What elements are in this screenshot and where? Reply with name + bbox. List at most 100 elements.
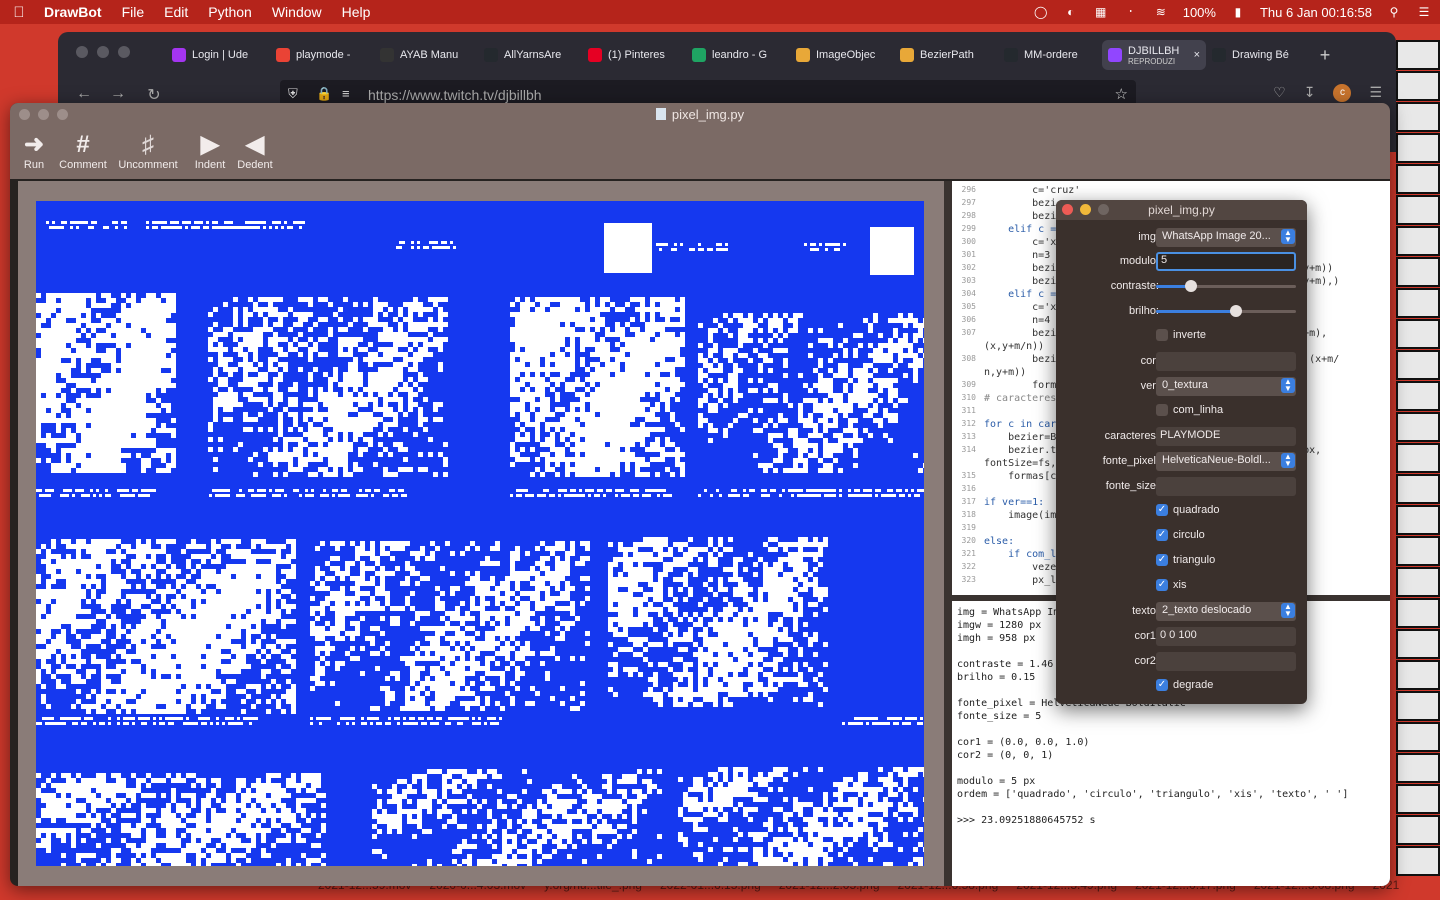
- canvas-view[interactable]: [18, 181, 944, 886]
- browser-tab[interactable]: (1) Pinteres: [582, 40, 686, 70]
- browser-tab[interactable]: MM-ordere: [998, 40, 1102, 70]
- degrade-checkbox[interactable]: ✓: [1156, 679, 1168, 691]
- browser-tab[interactable]: Drawing Bé: [1206, 40, 1310, 70]
- reload-icon[interactable]: ↻: [144, 85, 164, 105]
- bluetooth-icon[interactable]: ᛫: [1123, 5, 1139, 19]
- screenshot-thumbnail[interactable]: [1396, 536, 1440, 566]
- screenshot-thumbnail[interactable]: [1396, 691, 1440, 721]
- screenshot-thumbnail[interactable]: [1396, 226, 1440, 256]
- cor1-field[interactable]: 0 0 100: [1156, 627, 1296, 646]
- screenshot-thumbnail[interactable]: [1396, 753, 1440, 783]
- screenshot-thumbnail[interactable]: [1396, 412, 1440, 442]
- screenshot-thumbnail[interactable]: [1396, 846, 1440, 876]
- cor2-field[interactable]: [1156, 652, 1296, 671]
- menu-app[interactable]: DrawBot: [44, 4, 102, 20]
- screenshot-thumbnail[interactable]: [1396, 815, 1440, 845]
- menu-edit[interactable]: Edit: [164, 4, 188, 20]
- battery-icon[interactable]: ▮: [1230, 5, 1246, 19]
- cor-field[interactable]: [1156, 352, 1296, 371]
- dedent-button[interactable]: ◀ Dedent: [232, 131, 278, 179]
- lock-icon[interactable]: 🔒: [316, 86, 332, 102]
- screenshot-thumbnail[interactable]: [1396, 474, 1440, 504]
- img-popup[interactable]: WhatsApp Image 20... ▲ ▼: [1156, 228, 1296, 247]
- apple-icon[interactable]: : [8, 4, 30, 21]
- menu-python[interactable]: Python: [208, 4, 252, 20]
- indent-button[interactable]: ▶ Indent: [188, 131, 232, 179]
- pixel-logo-block: [870, 227, 914, 275]
- menu-icon[interactable]: ☰: [1369, 84, 1382, 102]
- screenshot-thumbnail[interactable]: [1396, 164, 1440, 194]
- screenshot-thumbnail[interactable]: [1396, 133, 1440, 163]
- browser-tab[interactable]: DJBILLBH REPRODUZI ×: [1102, 40, 1206, 70]
- pocket-icon[interactable]: ♡: [1273, 84, 1286, 102]
- screenshot-thumbnail[interactable]: [1396, 195, 1440, 225]
- fonte-pixel-popup[interactable]: HelveticaNeue-Boldl... ▲ ▼: [1156, 452, 1296, 471]
- close-tab-icon[interactable]: ×: [1194, 49, 1200, 61]
- screenshot-thumbnail[interactable]: [1396, 257, 1440, 287]
- shield-icon[interactable]: ⛨: [288, 86, 298, 102]
- menu-help[interactable]: Help: [342, 4, 371, 20]
- wifi-icon[interactable]: ≋: [1153, 5, 1169, 19]
- browser-tab[interactable]: leandro - G: [686, 40, 790, 70]
- screenshot-thumbnail[interactable]: [1396, 660, 1440, 690]
- browser-tab[interactable]: BezierPath: [894, 40, 998, 70]
- browser-tab[interactable]: Login | Ude: [166, 40, 270, 70]
- browser-traffic-lights[interactable]: [76, 46, 130, 58]
- screenshot-thumbnail[interactable]: [1396, 567, 1440, 597]
- desktop-screenshot-stack[interactable]: [1396, 40, 1440, 890]
- download-icon[interactable]: ↧: [1304, 84, 1316, 102]
- screenshot-thumbnail[interactable]: [1396, 102, 1440, 132]
- calendar-icon[interactable]: ▦: [1093, 5, 1109, 19]
- bookmark-star-icon[interactable]: ☆: [1115, 85, 1128, 103]
- forward-icon[interactable]: →: [108, 85, 128, 103]
- url-text[interactable]: https://www.twitch.tv/djbillbh: [368, 87, 542, 103]
- screenshot-thumbnail[interactable]: [1396, 784, 1440, 814]
- screenshot-thumbnail[interactable]: [1396, 505, 1440, 535]
- screenshot-thumbnail[interactable]: [1396, 288, 1440, 318]
- caracteres-field[interactable]: PLAYMODE: [1156, 427, 1296, 446]
- com-linha-checkbox[interactable]: [1156, 404, 1168, 416]
- contraste-slider[interactable]: [1156, 280, 1296, 292]
- brilho-slider[interactable]: [1156, 305, 1296, 317]
- screenshot-thumbnail[interactable]: [1396, 381, 1440, 411]
- battery-percent[interactable]: 100%: [1183, 5, 1216, 20]
- screenshot-thumbnail[interactable]: [1396, 443, 1440, 473]
- ver-popup[interactable]: 0_textura ▲ ▼: [1156, 377, 1296, 396]
- vertical-splitter[interactable]: [944, 181, 952, 886]
- circulo-checkbox[interactable]: ✓: [1156, 529, 1168, 541]
- control-center-icon[interactable]: ☰: [1416, 5, 1432, 19]
- screenshot-thumbnail[interactable]: [1396, 71, 1440, 101]
- browser-tab[interactable]: playmode -: [270, 40, 374, 70]
- triangulo-checkbox[interactable]: ✓: [1156, 554, 1168, 566]
- run-button[interactable]: ➜ Run: [10, 131, 58, 179]
- row-quadrado: ✓ quadrado: [1156, 504, 1220, 516]
- nightshift-icon[interactable]: ◐: [1063, 5, 1079, 19]
- xis-checkbox[interactable]: ✓: [1156, 579, 1168, 591]
- comment-button[interactable]: # Comment: [58, 131, 108, 179]
- menu-window[interactable]: Window: [272, 4, 322, 20]
- quadrado-checkbox[interactable]: ✓: [1156, 504, 1168, 516]
- new-tab-icon[interactable]: +: [1310, 40, 1340, 70]
- screenshot-thumbnail[interactable]: [1396, 722, 1440, 752]
- browser-tab[interactable]: AllYarnsAre: [478, 40, 582, 70]
- menu-file[interactable]: File: [122, 4, 145, 20]
- screenshot-thumbnail[interactable]: [1396, 319, 1440, 349]
- code-line[interactable]: 296 c='cruz': [952, 185, 1390, 198]
- screenshot-thumbnail[interactable]: [1396, 629, 1440, 659]
- modulo-field[interactable]: 5: [1156, 252, 1296, 271]
- permissions-icon[interactable]: ≡: [342, 86, 350, 101]
- screenshot-thumbnail[interactable]: [1396, 598, 1440, 628]
- inverte-checkbox[interactable]: [1156, 329, 1168, 341]
- fonte-size-field[interactable]: [1156, 477, 1296, 496]
- uncomment-button[interactable]: ♯ Uncomment: [108, 131, 188, 179]
- browser-tab[interactable]: ImageObjec: [790, 40, 894, 70]
- account-avatar[interactable]: c: [1333, 84, 1352, 102]
- creative-cloud-icon[interactable]: ◯: [1033, 5, 1049, 19]
- search-icon[interactable]: ⚲: [1386, 5, 1402, 19]
- clock[interactable]: Thu 6 Jan 00:16:58: [1260, 5, 1372, 20]
- back-icon[interactable]: ←: [74, 85, 94, 103]
- screenshot-thumbnail[interactable]: [1396, 350, 1440, 380]
- browser-tab[interactable]: AYAB Manu: [374, 40, 478, 70]
- screenshot-thumbnail[interactable]: [1396, 40, 1440, 70]
- texto-popup[interactable]: 2_texto deslocado ▲ ▼: [1156, 602, 1296, 621]
